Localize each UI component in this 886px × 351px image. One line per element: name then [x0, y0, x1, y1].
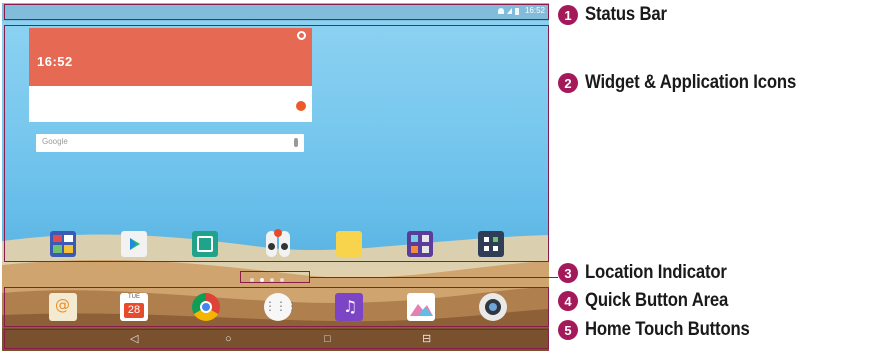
- callout-number: 3: [558, 263, 578, 283]
- quick-button-frame: [4, 287, 549, 327]
- callout-widget-icons: 2 Widget & Application Icons: [558, 72, 825, 94]
- location-leader-line: [310, 277, 558, 278]
- callout-label: Status Bar: [585, 4, 667, 25]
- status-bar-frame: [4, 4, 549, 20]
- callout-label: Location Indicator: [585, 262, 727, 283]
- callout-label: Widget & Application Icons: [585, 72, 797, 93]
- callout-number: 5: [558, 320, 578, 340]
- callout-quick-button-area: 4 Quick Button Area: [558, 290, 748, 312]
- home-touch-frame: [4, 329, 549, 349]
- location-indicator-frame: [240, 271, 310, 283]
- callout-number: 2: [558, 73, 578, 93]
- callout-home-touch-buttons: 5 Home Touch Buttons: [558, 319, 772, 341]
- callout-label: Quick Button Area: [585, 290, 729, 311]
- widget-area-frame: [4, 25, 549, 262]
- callout-number: 1: [558, 5, 578, 25]
- callout-number: 4: [558, 291, 578, 311]
- diagram: 16:52 16:52 Google @ TUE 28 ⋮⋮⋮ ♫ ◁ ○ □ …: [0, 0, 886, 351]
- callout-location-indicator: 3 Location Indicator: [558, 262, 746, 284]
- callout-label: Home Touch Buttons: [585, 319, 750, 340]
- callout-status-bar: 1 Status Bar: [558, 4, 678, 26]
